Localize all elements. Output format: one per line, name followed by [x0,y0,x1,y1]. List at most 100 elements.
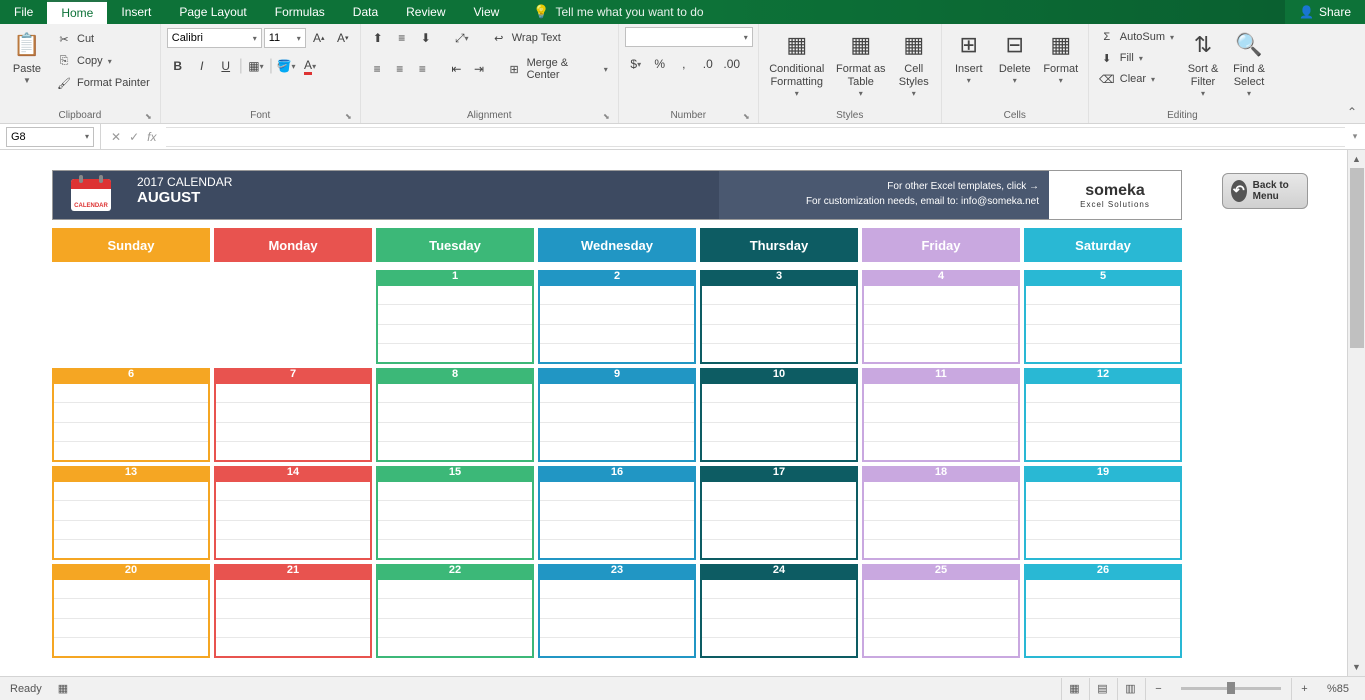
format-as-table-button[interactable]: ▦Format as Table▾ [833,27,889,101]
cancel-formula-button[interactable]: ✕ [111,130,121,144]
macro-icon[interactable]: ▦ [58,682,68,695]
day-body[interactable] [862,482,1020,560]
calendar-day-cell[interactable]: 19 [1024,466,1182,560]
scroll-thumb[interactable] [1350,168,1364,348]
day-body[interactable] [376,482,534,560]
day-body[interactable] [700,286,858,364]
calendar-day-cell[interactable]: 15 [376,466,534,560]
tell-me[interactable]: 💡 Tell me what you want to do [533,4,703,20]
page-layout-view-button[interactable]: ▤ [1089,678,1115,700]
increase-indent-button[interactable]: ⇥ [469,58,490,80]
day-body[interactable] [214,384,372,462]
autosum-button[interactable]: ΣAutoSum▾ [1095,27,1178,47]
percent-button[interactable]: % [649,53,671,75]
zoom-out-button[interactable]: − [1145,678,1171,700]
calendar-day-cell[interactable]: 5 [1024,270,1182,364]
day-body[interactable] [376,384,534,462]
brand-logo[interactable]: someka Excel Solutions [1049,171,1181,219]
day-body[interactable] [376,580,534,658]
zoom-level[interactable]: %85 [1319,683,1357,695]
cell-styles-button[interactable]: ▦Cell Styles▾ [893,27,935,101]
align-middle-button[interactable]: ≡ [391,27,413,49]
calendar-day-cell[interactable]: 22 [376,564,534,658]
decrease-indent-button[interactable]: ⇤ [446,58,467,80]
launcher-icon[interactable]: ⬊ [345,112,352,121]
tab-page-layout[interactable]: Page Layout [165,0,260,24]
delete-cells-button[interactable]: ⊟Delete▾ [994,27,1036,88]
calendar-day-cell[interactable]: 2 [538,270,696,364]
page-break-view-button[interactable]: ▥ [1117,678,1143,700]
day-body[interactable] [538,286,696,364]
day-body[interactable] [700,580,858,658]
launcher-icon[interactable]: ⬊ [743,112,750,121]
day-body[interactable] [52,482,210,560]
calendar-day-cell[interactable]: 20 [52,564,210,658]
expand-formula-button[interactable]: ▾ [1345,131,1365,142]
day-body[interactable] [1024,482,1182,560]
calendar-day-cell[interactable]: 16 [538,466,696,560]
calendar-day-cell[interactable]: 23 [538,564,696,658]
calendar-day-cell[interactable]: 6 [52,368,210,462]
calendar-day-cell[interactable]: 11 [862,368,1020,462]
sort-filter-button[interactable]: ⇅Sort & Filter▾ [1182,27,1224,101]
orientation-button[interactable]: ⤢▾ [451,27,473,49]
launcher-icon[interactable]: ⬊ [603,112,610,121]
align-top-button[interactable]: ⬆ [367,27,389,49]
currency-button[interactable]: $▾ [625,53,647,75]
zoom-slider[interactable] [1181,687,1281,690]
copy-button[interactable]: ⎘Copy▾ [52,51,154,71]
tab-view[interactable]: View [460,0,514,24]
conditional-formatting-button[interactable]: ▦Conditional Formatting▾ [765,27,829,101]
calendar-day-cell[interactable]: 9 [538,368,696,462]
collapse-ribbon-button[interactable]: ⌃ [1347,105,1357,119]
name-box[interactable]: G8▾ [6,127,94,147]
tab-data[interactable]: Data [339,0,392,24]
align-bottom-button[interactable]: ⬇ [415,27,437,49]
calendar-day-cell[interactable]: 17 [700,466,858,560]
day-body[interactable] [214,580,372,658]
calendar-day-cell[interactable]: 3 [700,270,858,364]
paste-button[interactable]: 📋 Paste ▼ [6,27,48,88]
clear-button[interactable]: ⌫Clear▾ [1095,69,1178,89]
fill-color-button[interactable]: 🪣▾ [275,55,297,77]
italic-button[interactable]: I [191,55,213,77]
day-body[interactable] [376,286,534,364]
wrap-text-button[interactable]: ↩Wrap Text [487,28,565,48]
font-name-select[interactable]: Calibri▾ [167,28,262,48]
merge-center-button[interactable]: ⊞Merge & Center▾ [503,55,612,83]
vertical-scrollbar[interactable]: ▲ ▼ [1347,150,1365,676]
formula-input[interactable] [166,127,1345,147]
day-body[interactable] [1024,580,1182,658]
day-body[interactable] [214,482,372,560]
format-cells-button[interactable]: ▦Format▾ [1040,27,1082,88]
zoom-in-button[interactable]: + [1291,678,1317,700]
back-to-menu-button[interactable]: ↶ Back to Menu [1222,173,1308,209]
find-select-button[interactable]: 🔍Find & Select▾ [1228,27,1270,101]
insert-cells-button[interactable]: ⊞Insert▾ [948,27,990,88]
increase-decimal-button[interactable]: .0 [697,53,719,75]
fill-button[interactable]: ⬇Fill▾ [1095,48,1178,68]
decrease-font-button[interactable]: A▾ [332,27,354,49]
scroll-down-button[interactable]: ▼ [1348,658,1365,676]
calendar-day-cell[interactable]: 4 [862,270,1020,364]
share-button[interactable]: 👤 Share [1285,5,1365,19]
calendar-day-cell[interactable]: 21 [214,564,372,658]
comma-button[interactable]: , [673,53,695,75]
calendar-day-cell[interactable]: 24 [700,564,858,658]
increase-font-button[interactable]: A▴ [308,27,330,49]
calendar-day-cell[interactable]: 10 [700,368,858,462]
number-format-select[interactable]: ▾ [625,27,753,47]
calendar-day-cell[interactable]: 25 [862,564,1020,658]
scroll-up-button[interactable]: ▲ [1348,150,1365,168]
day-body[interactable] [538,482,696,560]
calendar-day-cell[interactable]: 8 [376,368,534,462]
tab-review[interactable]: Review [392,0,459,24]
underline-button[interactable]: U [215,55,237,77]
day-body[interactable] [862,286,1020,364]
day-body[interactable] [700,384,858,462]
tab-formulas[interactable]: Formulas [261,0,339,24]
day-body[interactable] [1024,384,1182,462]
normal-view-button[interactable]: ▦ [1061,678,1087,700]
align-center-button[interactable]: ≡ [389,58,410,80]
borders-button[interactable]: ▦▾ [245,55,267,77]
